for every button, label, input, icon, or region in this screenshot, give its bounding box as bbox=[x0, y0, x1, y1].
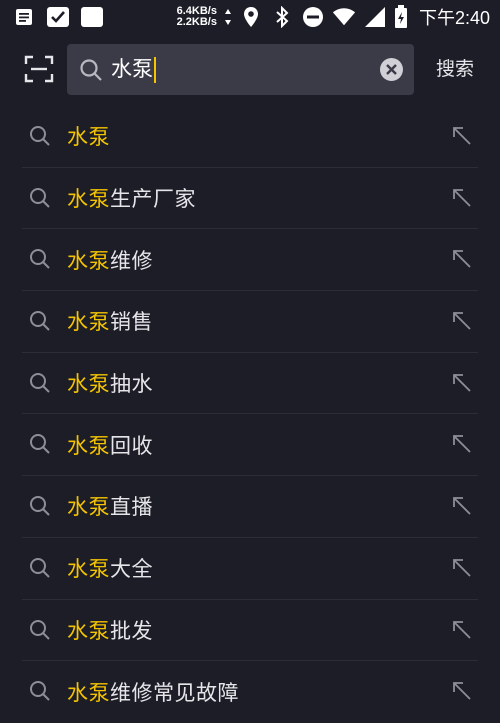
net-down-speed: 2.2KB/s bbox=[176, 16, 217, 28]
suggestion-highlight: 水泵 bbox=[67, 433, 110, 458]
search-icon bbox=[29, 557, 51, 579]
suggestion-item[interactable]: 水泵批发 bbox=[22, 600, 478, 662]
location-icon bbox=[239, 6, 263, 28]
dnd-icon bbox=[301, 6, 325, 28]
search-icon bbox=[29, 248, 51, 270]
status-time: 下午2:40 bbox=[418, 8, 490, 28]
checkbox-app-icon bbox=[46, 6, 70, 28]
suggestion-highlight: 水泵 bbox=[67, 557, 110, 582]
search-icon bbox=[29, 310, 51, 332]
suggestion-text: 水泵大全 bbox=[67, 553, 153, 583]
suggestion-text: 水泵回收 bbox=[67, 430, 153, 460]
suggestion-highlight: 水泵 bbox=[67, 681, 110, 706]
bluetooth-icon bbox=[270, 6, 294, 28]
status-bar: 6.4KB/s 2.2KB/s 下午2:40 bbox=[0, 0, 500, 34]
suggestion-rest: 维修常见故障 bbox=[110, 681, 239, 706]
fill-query-arrow-icon[interactable] bbox=[452, 249, 472, 269]
suggestion-text: 水泵销售 bbox=[67, 306, 153, 336]
suggestion-text: 水泵维修常见故障 bbox=[67, 677, 239, 707]
suggestion-highlight: 水泵 bbox=[67, 125, 110, 150]
suggestion-highlight: 水泵 bbox=[67, 248, 110, 273]
suggestion-text: 水泵抽水 bbox=[67, 368, 153, 398]
suggestion-text: 水泵维修 bbox=[67, 245, 153, 275]
clear-icon[interactable] bbox=[379, 57, 404, 82]
fill-query-arrow-icon[interactable] bbox=[452, 558, 472, 578]
suggestion-rest: 维修 bbox=[110, 248, 153, 273]
suggestion-text: 水泵直播 bbox=[67, 491, 153, 521]
wifi-icon bbox=[332, 6, 356, 28]
status-left-icons bbox=[12, 6, 104, 28]
blank-app-icon bbox=[80, 6, 104, 28]
fill-query-arrow-icon[interactable] bbox=[452, 188, 472, 208]
status-right: 6.4KB/s 2.2KB/s 下午2:40 bbox=[177, 4, 490, 30]
suggestion-text: 水泵 bbox=[67, 121, 110, 151]
fill-query-arrow-icon[interactable] bbox=[452, 434, 472, 454]
suggestion-rest: 大全 bbox=[110, 557, 153, 582]
suggestion-item[interactable]: 水泵抽水 bbox=[22, 353, 478, 415]
suggestion-rest: 批发 bbox=[110, 618, 153, 643]
network-speed: 6.4KB/s 2.2KB/s bbox=[177, 6, 217, 28]
search-icon bbox=[29, 125, 51, 147]
suggestion-list: 水泵 水泵生产厂家 水泵维修 水泵销售 水泵抽水 水泵回收 水泵直播 水泵大全 bbox=[22, 106, 478, 723]
traffic-arrows-icon bbox=[224, 6, 232, 28]
search-query-text: 水泵 bbox=[111, 57, 153, 81]
scan-icon[interactable] bbox=[24, 54, 54, 84]
fill-query-arrow-icon[interactable] bbox=[452, 373, 472, 393]
search-button[interactable]: 搜索 bbox=[436, 44, 474, 95]
suggestion-item[interactable]: 水泵维修常见故障 bbox=[22, 661, 478, 723]
fill-query-arrow-icon[interactable] bbox=[452, 681, 472, 701]
search-icon bbox=[29, 680, 51, 702]
suggestion-rest: 生产厂家 bbox=[110, 187, 196, 212]
suggestion-item[interactable]: 水泵大全 bbox=[22, 538, 478, 600]
search-icon bbox=[29, 619, 51, 641]
text-caret bbox=[154, 56, 156, 83]
fill-query-arrow-icon[interactable] bbox=[452, 126, 472, 146]
suggestion-item[interactable]: 水泵生产厂家 bbox=[22, 168, 478, 230]
suggestion-highlight: 水泵 bbox=[67, 495, 110, 520]
signal-icon bbox=[363, 6, 387, 28]
fill-query-arrow-icon[interactable] bbox=[452, 311, 472, 331]
suggestion-item[interactable]: 水泵直播 bbox=[22, 476, 478, 538]
battery-icon bbox=[394, 5, 408, 28]
suggestion-rest: 销售 bbox=[110, 310, 153, 335]
search-box[interactable]: 水泵 bbox=[67, 44, 414, 95]
suggestion-highlight: 水泵 bbox=[67, 187, 110, 212]
suggestion-rest: 抽水 bbox=[110, 372, 153, 397]
fill-query-arrow-icon[interactable] bbox=[452, 496, 472, 516]
search-icon bbox=[29, 433, 51, 455]
suggestion-item[interactable]: 水泵销售 bbox=[22, 291, 478, 353]
suggestion-highlight: 水泵 bbox=[67, 618, 110, 643]
notes-icon bbox=[12, 6, 36, 28]
search-icon bbox=[29, 372, 51, 394]
suggestion-item[interactable]: 水泵 bbox=[22, 106, 478, 168]
search-icon bbox=[79, 58, 103, 82]
suggestion-highlight: 水泵 bbox=[67, 310, 110, 335]
suggestion-text: 水泵生产厂家 bbox=[67, 183, 196, 213]
suggestion-item[interactable]: 水泵维修 bbox=[22, 229, 478, 292]
fill-query-arrow-icon[interactable] bbox=[452, 620, 472, 640]
suggestion-item[interactable]: 水泵回收 bbox=[22, 414, 478, 477]
suggestion-rest: 回收 bbox=[110, 433, 153, 458]
suggestion-highlight: 水泵 bbox=[67, 372, 110, 397]
suggestion-text: 水泵批发 bbox=[67, 615, 153, 645]
search-icon bbox=[29, 187, 51, 209]
search-row: 水泵 搜索 bbox=[0, 44, 500, 95]
search-input[interactable]: 水泵 bbox=[111, 44, 156, 95]
suggestion-rest: 直播 bbox=[110, 495, 153, 520]
search-icon bbox=[29, 495, 51, 517]
